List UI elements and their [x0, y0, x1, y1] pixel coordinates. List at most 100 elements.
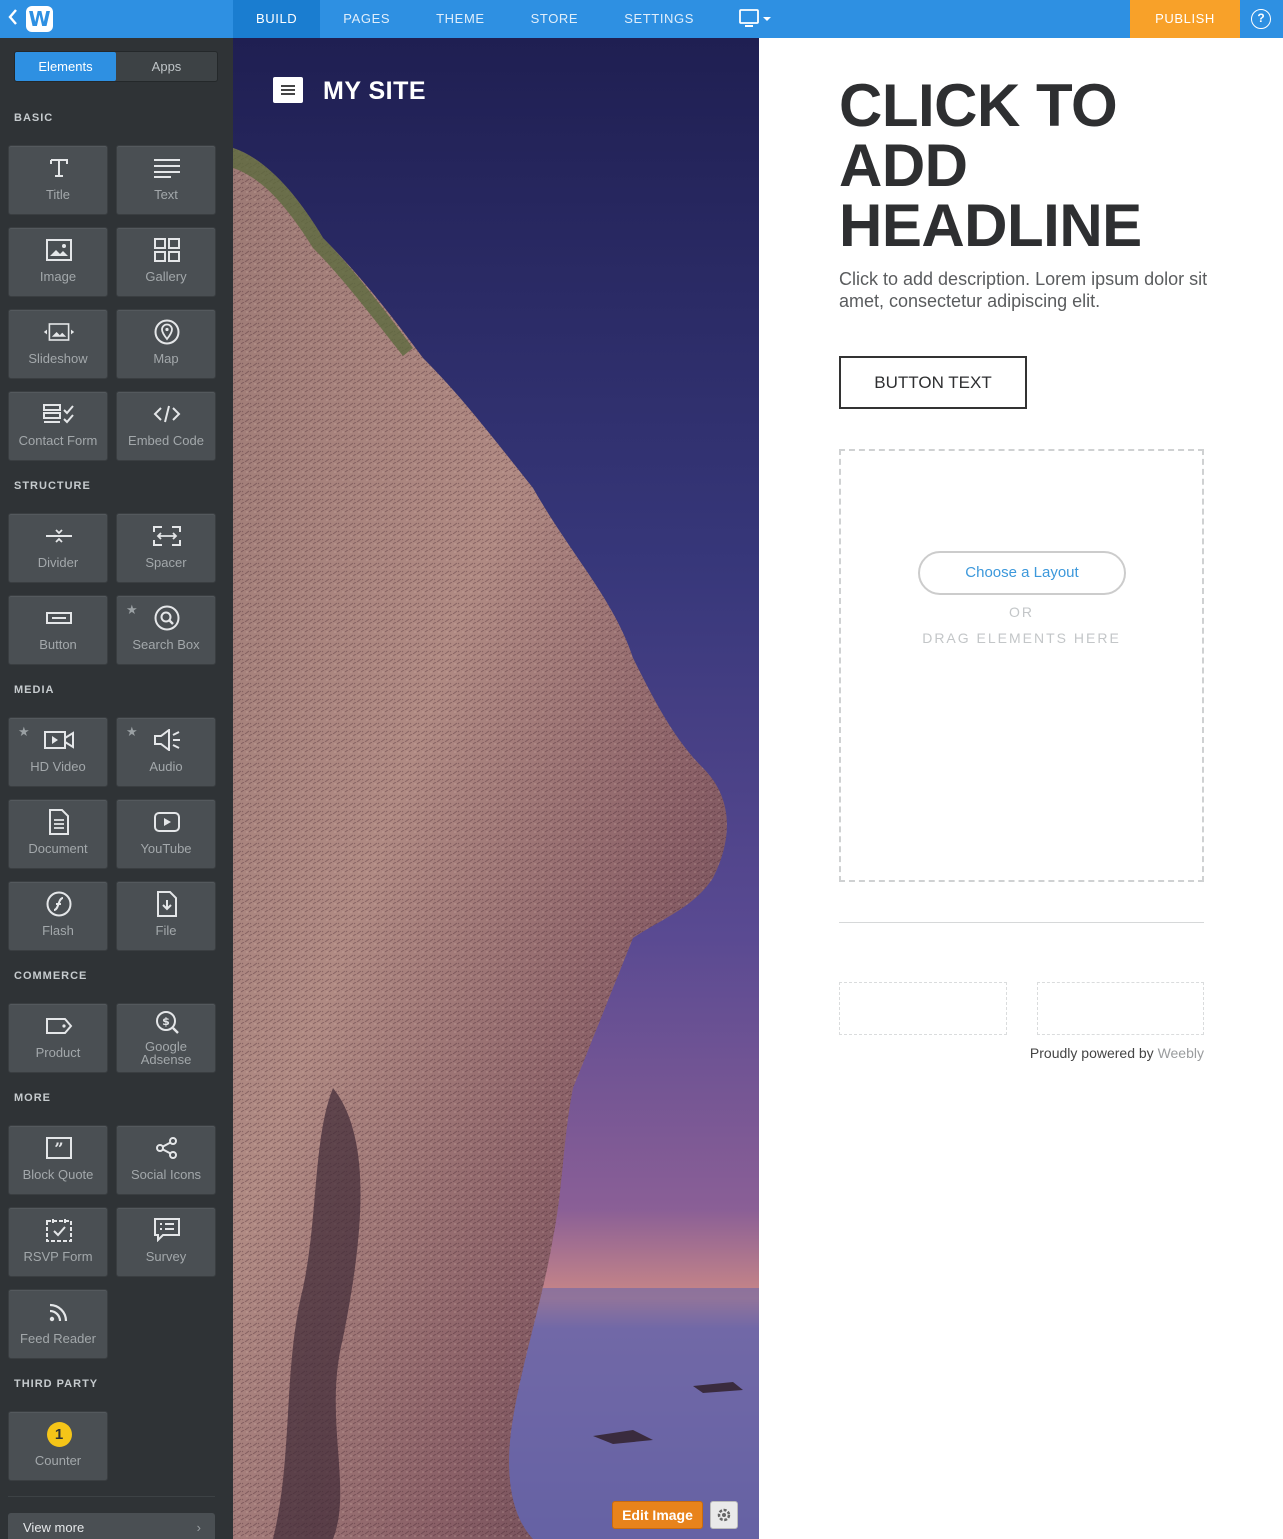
- elements-apps-toggle: Elements Apps: [14, 51, 218, 82]
- elements-tab[interactable]: Elements: [15, 52, 116, 81]
- site-title[interactable]: MY SITE: [323, 77, 426, 106]
- element-spacer[interactable]: Spacer: [116, 513, 216, 583]
- counter-badge: 1: [46, 1421, 72, 1447]
- help-icon[interactable]: ?: [1251, 9, 1271, 29]
- video-camera-icon: [43, 726, 75, 754]
- hamburger-menu-icon[interactable]: [273, 77, 303, 103]
- code-icon: [151, 400, 183, 428]
- tab-store[interactable]: STORE: [508, 0, 602, 38]
- category-third-party: THIRD PARTY: [14, 1378, 99, 1390]
- element-google-adsense[interactable]: $ Google Adsense: [116, 1003, 216, 1073]
- publish-button[interactable]: PUBLISH: [1130, 0, 1240, 38]
- footer-drop-zone-left[interactable]: [839, 982, 1007, 1035]
- gear-icon[interactable]: [710, 1501, 738, 1529]
- svg-text:”: ”: [54, 1139, 63, 1158]
- chevron-left-icon[interactable]: [6, 9, 20, 29]
- element-file[interactable]: File: [116, 881, 216, 951]
- edit-image-button[interactable]: Edit Image: [612, 1501, 703, 1529]
- element-divider[interactable]: Divider: [8, 513, 108, 583]
- element-counter[interactable]: 1 Counter: [8, 1411, 108, 1481]
- rss-icon: [43, 1298, 75, 1326]
- cta-button[interactable]: BUTTON TEXT: [839, 356, 1027, 409]
- element-label: Button: [39, 637, 77, 652]
- element-label: Gallery: [145, 269, 187, 284]
- price-tag-icon: [43, 1012, 75, 1040]
- title-icon: [43, 154, 75, 182]
- apps-tab[interactable]: Apps: [116, 52, 217, 81]
- star-icon: ★: [126, 602, 138, 617]
- footer-divider: [839, 922, 1204, 923]
- view-more-button[interactable]: › View more: [8, 1513, 215, 1539]
- element-button[interactable]: Button: [8, 595, 108, 665]
- footer-drop-zone-right[interactable]: [1037, 982, 1204, 1035]
- drag-elements-hint: DRAG ELEMENTS HERE: [922, 630, 1121, 646]
- element-social-icons[interactable]: Social Icons: [116, 1125, 216, 1195]
- element-title[interactable]: Title: [8, 145, 108, 215]
- element-label: Audio: [149, 759, 183, 774]
- element-map[interactable]: Map: [116, 309, 216, 379]
- category-media: MEDIA: [14, 684, 55, 696]
- element-label: Survey: [145, 1249, 187, 1264]
- tab-build[interactable]: BUILD: [233, 0, 321, 38]
- choose-layout-button[interactable]: Choose a Layout: [918, 551, 1126, 595]
- element-gallery[interactable]: Gallery: [116, 227, 216, 297]
- element-embed-code[interactable]: Embed Code: [116, 391, 216, 461]
- element-block-quote[interactable]: ” Block Quote: [8, 1125, 108, 1195]
- element-label: Title: [45, 187, 71, 202]
- desktop-icon[interactable]: [738, 9, 774, 29]
- element-image[interactable]: Image: [8, 227, 108, 297]
- divider-icon: [43, 522, 75, 550]
- element-contact-form[interactable]: Contact Form: [8, 391, 108, 461]
- headline-text[interactable]: CLICK TO ADD HEADLINE: [839, 76, 1259, 256]
- tab-theme[interactable]: THEME: [413, 0, 508, 38]
- rsvp-calendar-icon: [43, 1216, 75, 1244]
- element-slideshow[interactable]: Slideshow: [8, 309, 108, 379]
- contact-form-icon: [43, 400, 75, 428]
- element-label: Search Box: [132, 637, 200, 652]
- description-text[interactable]: Click to add description. Lorem ipsum do…: [839, 268, 1209, 312]
- or-text: OR: [1009, 604, 1034, 620]
- element-label: Social Icons: [130, 1167, 202, 1182]
- header-background-image[interactable]: MY SITE Edit Image: [233, 38, 759, 1539]
- element-feed-reader[interactable]: Feed Reader: [8, 1289, 108, 1359]
- element-label: Contact Form: [18, 433, 98, 448]
- main-tabs: BUILD PAGES THEME STORE SETTINGS: [233, 0, 717, 38]
- element-label: Flash: [42, 923, 74, 938]
- survey-bubble-icon: [151, 1216, 183, 1244]
- element-flash[interactable]: Flash: [8, 881, 108, 951]
- element-hd-video[interactable]: ★ HD Video: [8, 717, 108, 787]
- text-lines-icon: [151, 154, 183, 182]
- element-survey[interactable]: Survey: [116, 1207, 216, 1277]
- element-document[interactable]: Document: [8, 799, 108, 869]
- element-rsvp-form[interactable]: RSVP Form: [8, 1207, 108, 1277]
- weebly-link[interactable]: Weebly: [1158, 1045, 1204, 1061]
- quote-icon: ”: [43, 1134, 75, 1162]
- element-audio[interactable]: ★ Audio: [116, 717, 216, 787]
- tab-pages[interactable]: PAGES: [320, 0, 413, 38]
- map-pin-icon: [151, 318, 183, 346]
- drop-zone[interactable]: Choose a Layout OR DRAG ELEMENTS HERE: [839, 449, 1204, 882]
- category-commerce: COMMERCE: [14, 970, 88, 982]
- weebly-logo[interactable]: W: [26, 6, 53, 32]
- button-icon: [43, 604, 75, 632]
- file-download-icon: [151, 890, 183, 918]
- element-label: Spacer: [145, 555, 187, 570]
- elements-sidebar: Elements Apps BASIC Title Text Image Gal…: [0, 38, 233, 1539]
- element-text[interactable]: Text: [116, 145, 216, 215]
- element-label: Image: [39, 269, 77, 284]
- element-search-box[interactable]: ★ Search Box: [116, 595, 216, 665]
- category-basic: BASIC: [14, 112, 54, 124]
- element-youtube[interactable]: YouTube: [116, 799, 216, 869]
- powered-by-footer: Proudly powered by Weebly: [839, 1045, 1204, 1061]
- element-product[interactable]: Product: [8, 1003, 108, 1073]
- element-label: Map: [153, 351, 179, 366]
- chevron-right-icon: ›: [196, 1520, 201, 1535]
- element-label: YouTube: [140, 841, 192, 856]
- view-more-label: View more: [23, 1520, 85, 1535]
- element-label: Block Quote: [22, 1167, 94, 1182]
- category-more: MORE: [14, 1092, 51, 1104]
- element-label: Feed Reader: [20, 1331, 96, 1346]
- search-icon: [151, 604, 183, 632]
- tab-settings[interactable]: SETTINGS: [601, 0, 717, 38]
- adsense-icon: $: [151, 1008, 183, 1036]
